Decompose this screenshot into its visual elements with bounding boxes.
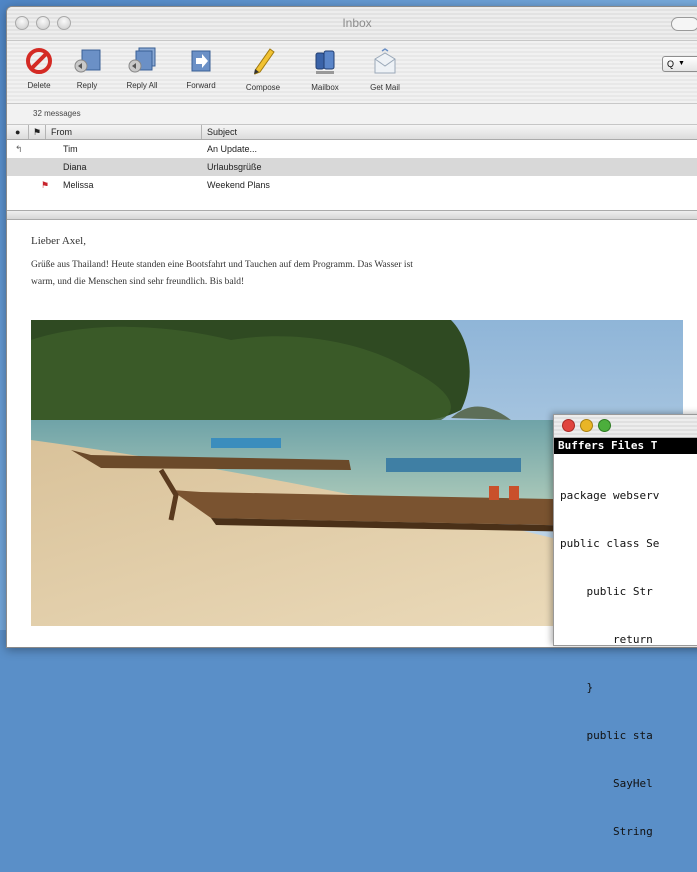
flag-icon: ⚑ (41, 180, 50, 190)
code-line: public Str (560, 585, 653, 598)
compose-button[interactable]: Compose (239, 47, 287, 92)
code-line: SayHel (560, 777, 653, 790)
message-subject: Weekend Plans (207, 180, 270, 190)
subject-column-header[interactable]: Subject (207, 125, 237, 139)
terminal-zoom-button[interactable] (598, 419, 611, 432)
get-mail-icon (374, 48, 396, 74)
code-line: package webserv (560, 489, 660, 502)
message-from: Diana (63, 162, 87, 172)
terminal-title-bar[interactable] (554, 415, 697, 438)
compose-label: Compose (245, 83, 281, 92)
code-line: return (560, 633, 653, 646)
delete-icon (26, 48, 52, 74)
message-text: Grüße aus Thailand! Heute standen eine B… (31, 260, 413, 287)
terminal-minimize-button[interactable] (580, 419, 593, 432)
toolbar-toggle-button[interactable] (671, 17, 697, 31)
delete-button[interactable]: Delete (19, 47, 59, 90)
message-subject: Urlaubsgrüße (207, 162, 262, 172)
code-line: public sta (560, 729, 653, 742)
replied-icon: ↰ (15, 144, 23, 154)
code-line: String (560, 825, 653, 838)
forward-button[interactable]: Forward (179, 47, 223, 90)
terminal-close-button[interactable] (562, 419, 575, 432)
code-editor[interactable]: package webserv public class Se public S… (554, 454, 697, 872)
status-column-header[interactable]: ● (15, 125, 20, 139)
column-divider (201, 125, 202, 139)
flag-column-header[interactable]: ⚑ (33, 125, 41, 139)
from-column-header[interactable]: From (51, 125, 72, 139)
mailbox-icon (315, 50, 335, 74)
column-divider (45, 125, 46, 139)
reply-all-button[interactable]: Reply All (119, 47, 165, 90)
code-line: } (560, 681, 594, 694)
reply-all-icon (128, 47, 156, 73)
search-field[interactable]: Q ▼ (662, 56, 697, 72)
message-list-header: ● ⚑ From Subject (7, 125, 697, 140)
reply-button[interactable]: Reply (67, 47, 107, 90)
compose-icon (254, 48, 275, 75)
reply-label: Reply (76, 81, 98, 90)
reply-all-label: Reply All (126, 81, 158, 90)
message-from: Tim (63, 144, 78, 154)
search-icon: Q (667, 59, 675, 69)
message-greeting: Lieber Axel, (31, 235, 86, 247)
forward-label: Forward (186, 81, 216, 90)
chevron-down-icon[interactable]: ▼ (678, 56, 685, 72)
column-divider (28, 125, 29, 139)
forward-icon (191, 50, 211, 72)
toolbar: Delete Reply Reply All Forward Compose M… (7, 41, 697, 104)
get-mail-button[interactable]: Get Mail (363, 47, 407, 92)
delete-label: Delete (27, 81, 51, 90)
message-count: 32 messages (7, 104, 697, 125)
message-row[interactable]: Diana Urlaubsgrüße (7, 158, 697, 176)
get-mail-label: Get Mail (370, 83, 400, 92)
title-bar[interactable]: Inbox (7, 7, 697, 41)
reply-icon (74, 49, 101, 73)
code-line: public class Se (560, 537, 660, 550)
window-title: Inbox (342, 16, 372, 30)
editor-menu-bar[interactable]: Buffers Files T (554, 438, 697, 454)
mailbox-button[interactable]: Mailbox (303, 47, 347, 92)
mailbox-label: Mailbox (311, 83, 339, 92)
message-from: Melissa (63, 180, 94, 190)
message-subject: An Update... (207, 144, 258, 154)
message-row[interactable]: ⚑ Melissa Weekend Plans (7, 176, 697, 194)
message-row[interactable]: ↰ Tim An Update... (7, 140, 697, 158)
terminal-window: Buffers Files T package webserv public c… (553, 414, 697, 838)
message-list: ↰ Tim An Update... Diana Urlaubsgrüße ⚑ … (7, 140, 697, 194)
